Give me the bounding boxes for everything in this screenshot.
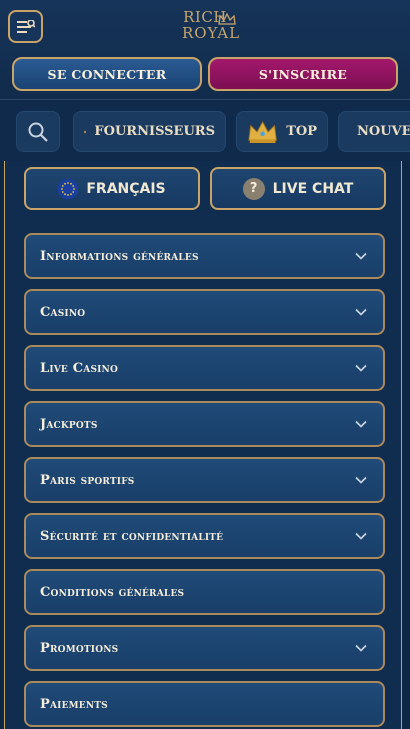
live-chat-button[interactable]: ? LIVE CHAT — [210, 167, 386, 210]
top-header: RICH ROYAL SE CONNECTER S'INSCRIRE — [0, 0, 410, 100]
search-button[interactable] — [16, 111, 60, 152]
site-logo[interactable]: RICH ROYAL — [150, 10, 260, 46]
section-securite-et-confidentialite[interactable]: Sécurité et confidentialité — [24, 513, 385, 559]
eu-flag-icon — [58, 178, 79, 199]
nav-providers-label: FOURNISSEURS — [94, 124, 215, 139]
login-button[interactable]: SE CONNECTER — [12, 57, 202, 91]
chevron-down-icon — [355, 644, 367, 652]
section-label: Sécurité et confidentialité — [40, 528, 224, 544]
chevron-down-icon — [355, 308, 367, 316]
language-label: FRANÇAIS — [86, 180, 166, 197]
crown-logo-icon — [218, 13, 236, 25]
section-informations-generales[interactable]: Informations générales — [24, 233, 385, 279]
nav-new-label: NOUVEAUX — [357, 124, 410, 139]
section-label: Conditions générales — [40, 584, 185, 600]
section-label: Casino — [40, 304, 86, 320]
section-paiements[interactable]: Paiements — [24, 681, 385, 727]
nav-new[interactable]: NOUVEAUX — [338, 111, 410, 152]
register-button[interactable]: S'INSCRIRE — [208, 57, 398, 91]
crown-icon — [248, 120, 277, 143]
nav-providers[interactable]: FOURNISSEURS — [73, 111, 226, 152]
help-icon: ? — [242, 177, 265, 200]
book-icon — [84, 130, 87, 133]
search-icon — [28, 122, 48, 142]
logo-text-royal: ROYAL — [181, 24, 241, 42]
logo-text-rich: RICH — [183, 8, 227, 26]
section-label: Paiements — [40, 696, 108, 712]
chevron-down-icon — [355, 476, 367, 484]
live-chat-label: LIVE CHAT — [272, 180, 354, 197]
category-nav: FOURNISSEURS TOP NOUVEAUX — [0, 101, 410, 161]
section-label: Promotions — [40, 640, 119, 656]
nav-top-label: TOP — [286, 124, 317, 139]
section-label: Informations générales — [40, 248, 199, 264]
section-label: Jackpots — [40, 416, 98, 432]
section-paris-sportifs[interactable]: Paris sportifs — [24, 457, 385, 503]
section-jackpots[interactable]: Jackpots — [24, 401, 385, 447]
section-promotions[interactable]: Promotions — [24, 625, 385, 671]
nav-top[interactable]: TOP — [236, 111, 328, 152]
chevron-down-icon — [355, 364, 367, 372]
chevron-down-icon — [355, 532, 367, 540]
menu-button[interactable] — [8, 10, 43, 43]
section-casino[interactable]: Casino — [24, 289, 385, 335]
chevron-down-icon — [355, 420, 367, 428]
language-selector[interactable]: FRANÇAIS — [24, 167, 200, 210]
section-live-casino[interactable]: Live Casino — [24, 345, 385, 391]
section-label: Live Casino — [40, 360, 119, 376]
chevron-down-icon — [355, 252, 367, 260]
section-label: Paris sportifs — [40, 472, 135, 488]
section-conditions-generales[interactable]: Conditions générales — [24, 569, 385, 615]
menu-icon — [16, 19, 35, 33]
